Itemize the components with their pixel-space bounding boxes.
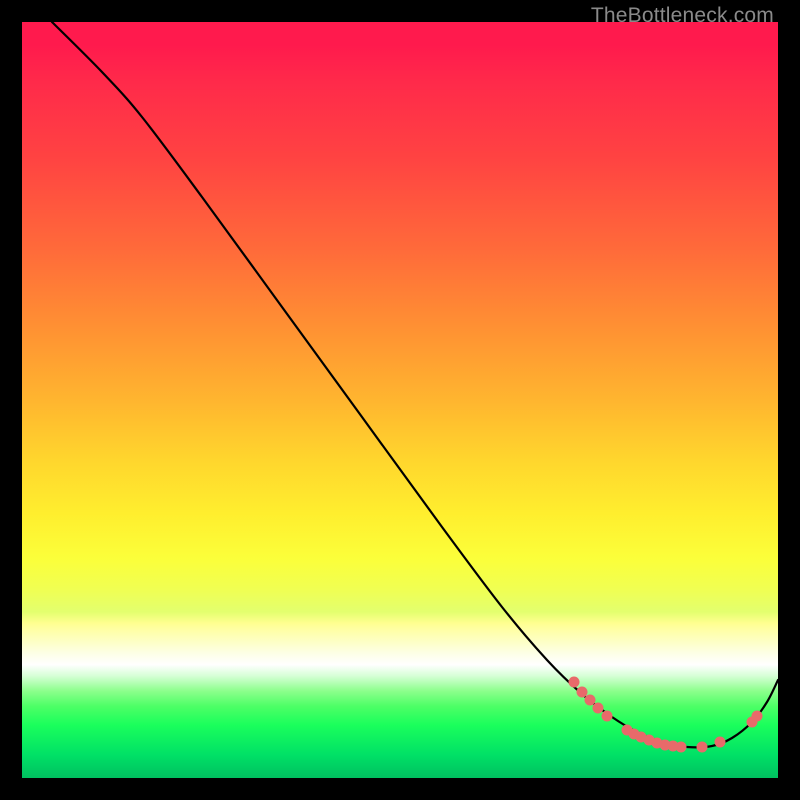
- data-dot: [676, 742, 687, 753]
- watermark-text: TheBottleneck.com: [591, 4, 774, 28]
- data-dot: [569, 677, 580, 688]
- chart-frame: TheBottleneck.com: [0, 0, 800, 800]
- data-dots: [569, 677, 763, 753]
- data-dot: [715, 737, 726, 748]
- data-dot: [752, 711, 763, 722]
- data-dot: [697, 742, 708, 753]
- chart-svg: [22, 22, 778, 778]
- data-dot: [593, 703, 604, 714]
- data-dot: [577, 687, 588, 698]
- plot-area: [22, 22, 778, 778]
- bottleneck-curve: [52, 22, 778, 747]
- data-dot: [585, 695, 596, 706]
- data-dot: [602, 711, 613, 722]
